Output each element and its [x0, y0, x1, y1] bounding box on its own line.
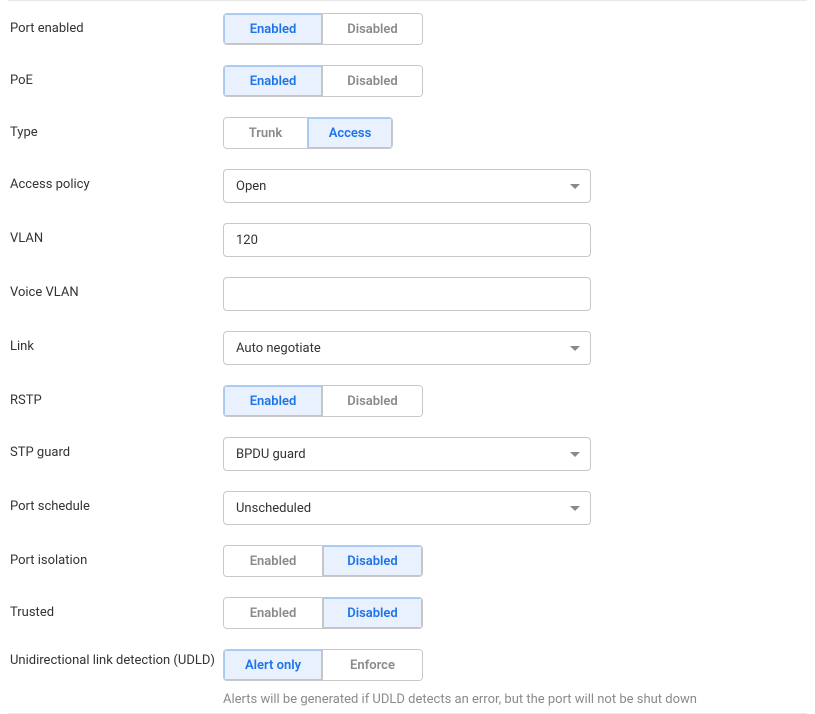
row-port-enabled: Port enabled Enabled Disabled	[8, 13, 807, 45]
toggle-udld-enforce[interactable]: Enforce	[323, 650, 422, 680]
chevron-down-icon	[570, 346, 580, 351]
row-access-policy: Access policy Open	[8, 169, 807, 203]
label-rstp: RSTP	[8, 385, 223, 408]
chevron-down-icon	[570, 184, 580, 189]
toggle-port-enabled-disabled[interactable]: Disabled	[323, 14, 422, 44]
label-access-policy: Access policy	[8, 169, 223, 192]
row-udld: Unidirectional link detection (UDLD) Ale…	[8, 649, 807, 709]
select-port-schedule[interactable]: Unscheduled	[223, 491, 591, 525]
label-trusted: Trusted	[8, 597, 223, 620]
toggle-rstp-enabled[interactable]: Enabled	[224, 386, 323, 416]
toggle-trusted-disabled[interactable]: Disabled	[323, 598, 422, 628]
row-trusted: Trusted Enabled Disabled	[8, 597, 807, 629]
row-port-isolation: Port isolation Enabled Disabled	[8, 545, 807, 577]
hint-udld: Alerts will be generated if UDLD detects…	[223, 691, 763, 709]
label-poe: PoE	[8, 65, 223, 88]
label-udld: Unidirectional link detection (UDLD)	[8, 649, 223, 668]
toggle-rstp-disabled[interactable]: Disabled	[323, 386, 422, 416]
label-vlan: VLAN	[8, 223, 223, 246]
toggle-poe: Enabled Disabled	[223, 65, 423, 97]
select-link[interactable]: Auto negotiate	[223, 331, 591, 365]
select-link-value: Auto negotiate	[236, 341, 321, 356]
select-access-policy[interactable]: Open	[223, 169, 591, 203]
toggle-udld-alert-only[interactable]: Alert only	[224, 650, 323, 680]
port-settings-form: Port enabled Enabled Disabled PoE Enable…	[8, 0, 807, 714]
label-type: Type	[8, 117, 223, 140]
toggle-port-isolation-disabled[interactable]: Disabled	[323, 546, 422, 576]
toggle-port-enabled-enabled[interactable]: Enabled	[224, 14, 323, 44]
toggle-type: Trunk Access	[223, 117, 393, 149]
row-link: Link Auto negotiate	[8, 331, 807, 365]
label-port-enabled: Port enabled	[8, 13, 223, 36]
toggle-rstp: Enabled Disabled	[223, 385, 423, 417]
input-voice-vlan[interactable]	[223, 277, 591, 311]
select-port-schedule-value: Unscheduled	[236, 501, 311, 516]
toggle-port-isolation: Enabled Disabled	[223, 545, 423, 577]
row-poe: PoE Enabled Disabled	[8, 65, 807, 97]
toggle-poe-disabled[interactable]: Disabled	[323, 66, 422, 96]
label-stp-guard: STP guard	[8, 437, 223, 460]
chevron-down-icon	[570, 506, 580, 511]
select-access-policy-value: Open	[236, 179, 266, 194]
label-port-schedule: Port schedule	[8, 491, 223, 514]
toggle-trusted-enabled[interactable]: Enabled	[224, 598, 323, 628]
label-voice-vlan: Voice VLAN	[8, 277, 223, 300]
row-port-schedule: Port schedule Unscheduled	[8, 491, 807, 525]
input-vlan[interactable]	[223, 223, 591, 257]
label-port-isolation: Port isolation	[8, 545, 223, 568]
row-stp-guard: STP guard BPDU guard	[8, 437, 807, 471]
toggle-poe-enabled[interactable]: Enabled	[224, 66, 323, 96]
label-link: Link	[8, 331, 223, 354]
toggle-udld: Alert only Enforce	[223, 649, 423, 681]
row-type: Type Trunk Access	[8, 117, 807, 149]
select-stp-guard-value: BPDU guard	[236, 447, 306, 462]
toggle-port-isolation-enabled[interactable]: Enabled	[224, 546, 323, 576]
toggle-type-access[interactable]: Access	[308, 118, 392, 148]
toggle-trusted: Enabled Disabled	[223, 597, 423, 629]
toggle-type-trunk[interactable]: Trunk	[224, 118, 308, 148]
chevron-down-icon	[570, 452, 580, 457]
row-voice-vlan: Voice VLAN	[8, 277, 807, 311]
select-stp-guard[interactable]: BPDU guard	[223, 437, 591, 471]
row-vlan: VLAN	[8, 223, 807, 257]
row-rstp: RSTP Enabled Disabled	[8, 385, 807, 417]
toggle-port-enabled: Enabled Disabled	[223, 13, 423, 45]
